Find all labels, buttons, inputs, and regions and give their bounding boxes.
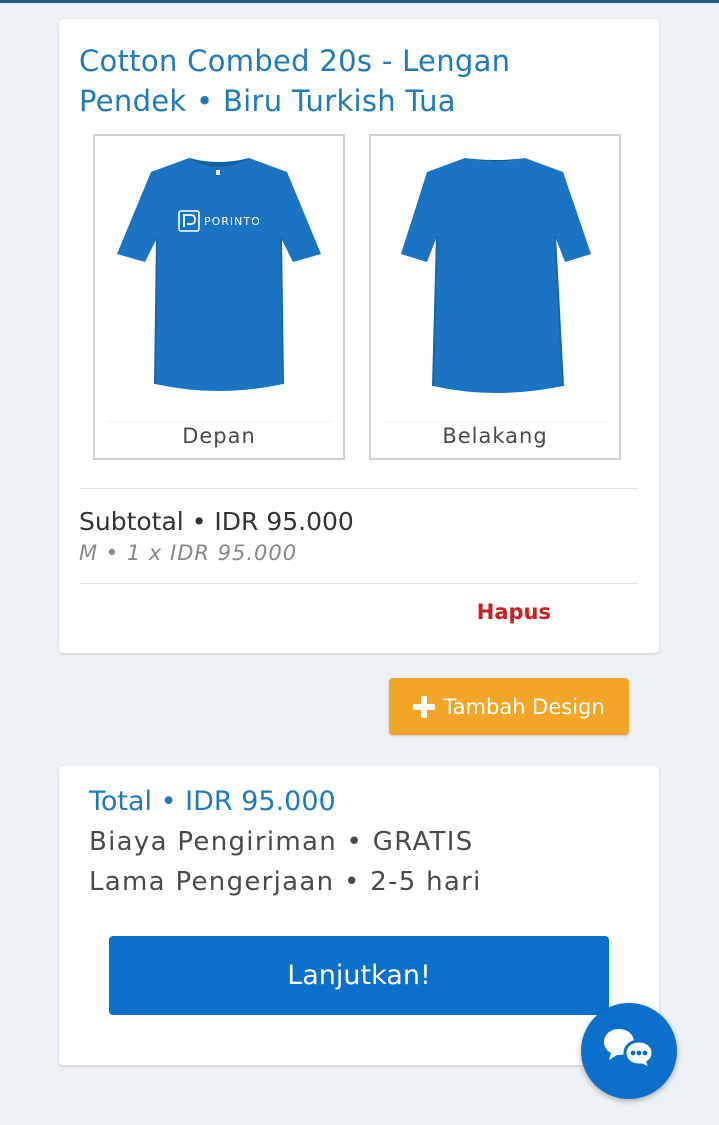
subtotal-text: Subtotal • IDR 95.000 — [79, 507, 354, 536]
tshirt-back-image — [401, 158, 591, 393]
back-view[interactable]: Belakang — [369, 134, 621, 460]
chat-button[interactable] — [581, 1003, 677, 1099]
add-design-label: Tambah Design — [443, 694, 605, 719]
front-view[interactable]: PORINTO Depan — [93, 134, 345, 460]
front-view-label: Depan — [182, 424, 256, 448]
total-text: Total • IDR 95.000 — [89, 786, 336, 817]
top-strip — [0, 0, 719, 3]
order-detail-text: M • 1 x IDR 95.000 — [79, 541, 298, 565]
tshirt-front-image: PORINTO — [117, 158, 321, 391]
logo-text: PORINTO — [204, 215, 261, 228]
caption-separator — [383, 421, 607, 422]
divider — [79, 583, 638, 584]
remove-button[interactable]: Hapus — [477, 600, 551, 624]
production-time-text: Lama Pengerjaan • 2-5 hari — [89, 867, 482, 897]
shipping-cost-text: Biaya Pengiriman • GRATIS — [89, 827, 474, 857]
plus-icon — [413, 695, 436, 718]
order-summary-card: Total • IDR 95.000 Biaya Pengiriman • GR… — [59, 766, 659, 1065]
divider — [79, 488, 638, 489]
continue-button[interactable]: Lanjutkan! — [109, 936, 609, 1015]
product-title: Cotton Combed 20s - Lengan Pendek • Biru… — [79, 44, 511, 118]
chat-bubbles-icon — [604, 1029, 655, 1072]
back-view-label: Belakang — [442, 424, 548, 448]
add-design-button[interactable]: Tambah Design — [389, 678, 629, 735]
cart-item-card: Cotton Combed 20s - Lengan Pendek • Biru… — [59, 19, 659, 653]
caption-separator — [107, 421, 331, 422]
